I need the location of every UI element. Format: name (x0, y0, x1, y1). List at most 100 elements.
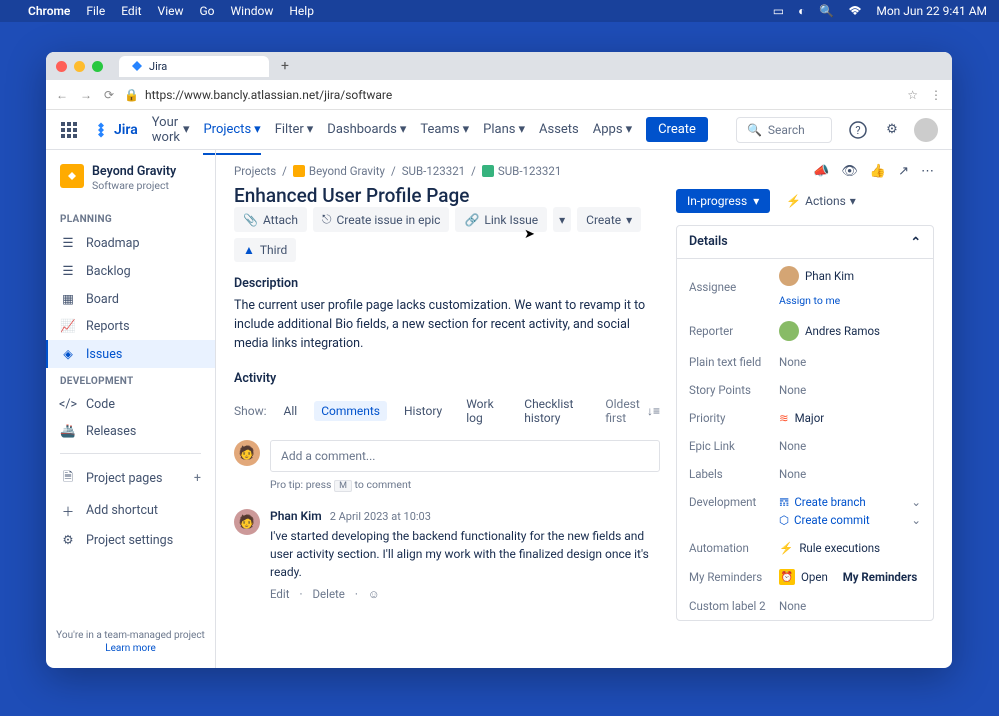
toggle-icon[interactable]: ◐ (798, 4, 805, 18)
comment-react-icon[interactable]: ☺ (368, 587, 380, 601)
browser-menu-icon[interactable]: ⋮ (930, 88, 942, 102)
menu-go[interactable]: Go (200, 4, 215, 18)
nav-plans[interactable]: Plans▾ (483, 115, 525, 145)
sidebar-reports[interactable]: 📈Reports (46, 313, 215, 340)
minimize-window-icon[interactable] (74, 61, 85, 72)
sidebar-backlog[interactable]: ☰Backlog (46, 257, 215, 285)
assign-to-me[interactable]: Assign to me (779, 294, 840, 307)
nav-projects[interactable]: Projects▾ (203, 115, 260, 155)
help-icon[interactable]: ? (846, 118, 870, 142)
create-button[interactable]: Create (646, 117, 708, 142)
bolt-icon: ⚡ (786, 194, 801, 208)
tab-comments[interactable]: Comments (314, 401, 387, 421)
feedback-icon[interactable]: 📣 (813, 164, 829, 179)
link-issue-dropdown[interactable]: ▾ (553, 207, 571, 232)
wifi-icon[interactable] (848, 6, 862, 16)
clock[interactable]: Mon Jun 22 9:41 AM (876, 4, 987, 18)
tab-history[interactable]: History (397, 401, 449, 421)
sidebar-project-pages[interactable]: 🗎Project pages+ (46, 462, 215, 495)
nav-teams[interactable]: Teams▾ (420, 115, 469, 145)
breadcrumb-issue[interactable]: SUB-123321 (482, 164, 561, 178)
link-issue-button[interactable]: 🔗Link Issue (455, 207, 547, 232)
back-button[interactable]: ← (56, 88, 68, 102)
sidebar-project-settings[interactable]: ⚙Project settings (46, 526, 215, 554)
nav-apps[interactable]: Apps▾ (593, 115, 632, 145)
more-icon[interactable]: ⋯ (921, 164, 934, 179)
comment-input[interactable]: Add a comment... (270, 440, 660, 472)
reload-button[interactable]: ⟳ (104, 88, 114, 102)
sidebar-add-shortcut[interactable]: ＋Add shortcut (46, 495, 215, 526)
app-switcher-icon[interactable] (60, 121, 78, 139)
menu-file[interactable]: File (86, 4, 105, 18)
app-name[interactable]: Chrome (28, 4, 70, 18)
comment-delete[interactable]: Delete (313, 587, 345, 601)
breadcrumb: Projects/ Beyond Gravity/ SUB-123321/ SU… (234, 164, 660, 178)
menu-edit[interactable]: Edit (121, 4, 141, 18)
like-icon[interactable]: 👍 (870, 164, 886, 179)
search-input[interactable]: 🔍 Search (736, 117, 832, 143)
nav-assets[interactable]: Assets (539, 115, 579, 145)
settings-icon[interactable]: ⚙ (880, 118, 904, 142)
detail-custom2[interactable]: Custom label 2 None (677, 592, 933, 620)
browser-tab[interactable]: Jira (119, 56, 269, 77)
chevron-down-icon: ⌄ (911, 495, 921, 509)
detail-story[interactable]: Story Points None (677, 376, 933, 404)
menu-help[interactable]: Help (289, 4, 314, 18)
new-tab-button[interactable]: + (281, 58, 289, 74)
search-icon[interactable]: 🔍 (819, 4, 834, 18)
comment-author[interactable]: Phan Kim (270, 509, 322, 523)
nav-filter[interactable]: Filter▾ (275, 115, 314, 145)
sidebar-releases[interactable]: 🚢Releases (46, 418, 215, 445)
tab-checklist[interactable]: Checklist history (517, 394, 595, 428)
status-button[interactable]: In-progress▾ (676, 189, 770, 213)
issue-title[interactable]: Enhanced User Profile Page (234, 184, 660, 207)
detail-automation[interactable]: Automation ⚡Rule executions (677, 534, 933, 562)
detail-labels[interactable]: Labels None (677, 460, 933, 488)
sort-button[interactable]: Oldest first↓≡ (605, 397, 660, 425)
nav-your-work[interactable]: Your work▾ (152, 115, 190, 145)
create-commit[interactable]: ⬡Create commit⌄ (779, 513, 921, 527)
url-field[interactable]: 🔒 https://www.bancly.atlassian.net/jira/… (124, 88, 897, 102)
description-text[interactable]: The current user profile page lacks cust… (234, 297, 660, 353)
sidebar-code[interactable]: </>Code (46, 391, 215, 418)
jira-logo[interactable]: Jira (92, 121, 138, 139)
attach-button[interactable]: 📎Attach (234, 207, 307, 232)
breadcrumb-project[interactable]: Beyond Gravity (293, 164, 385, 178)
bookmark-icon[interactable]: ☆ (907, 88, 918, 102)
project-header[interactable]: Beyond Gravity Software project (46, 164, 215, 206)
third-button[interactable]: ▲Third (234, 238, 296, 262)
menu-view[interactable]: View (158, 4, 184, 18)
window-controls[interactable] (56, 61, 103, 72)
tab-worklog[interactable]: Work log (459, 394, 507, 428)
nav-dashboards[interactable]: Dashboards▾ (327, 115, 406, 145)
share-icon[interactable]: ↗ (898, 164, 909, 179)
details-header[interactable]: Details ⌃ (677, 226, 933, 259)
sidebar-roadmap[interactable]: ☰Roadmap (46, 229, 215, 257)
forward-button[interactable]: → (80, 88, 92, 102)
add-page-icon[interactable]: + (194, 471, 201, 486)
breadcrumb-parent[interactable]: SUB-123321 (402, 164, 465, 178)
sidebar-board[interactable]: ▦Board (46, 285, 215, 313)
comment-edit[interactable]: Edit (270, 587, 289, 601)
detail-reporter[interactable]: Reporter Andres Ramos (677, 314, 933, 348)
battery-icon[interactable]: ▭ (773, 4, 784, 18)
close-window-icon[interactable] (56, 61, 67, 72)
create-epic-button[interactable]: ⎋Create issue in epic (313, 207, 450, 232)
detail-priority[interactable]: Priority ≋Major (677, 404, 933, 432)
breadcrumb-projects[interactable]: Projects (234, 164, 276, 178)
sidebar-learn-more[interactable]: Learn more (56, 643, 205, 654)
create-branch[interactable]: 𝌗Create branch⌄ (779, 495, 921, 509)
detail-epic[interactable]: Epic Link None (677, 432, 933, 460)
detail-reminders[interactable]: My Reminders ⏰Open My Reminders (677, 562, 933, 592)
create-sub-button[interactable]: Create▾ (577, 207, 641, 232)
tab-all[interactable]: All (277, 401, 305, 421)
detail-plain[interactable]: Plain text field None (677, 348, 933, 376)
user-avatar[interactable] (914, 118, 938, 142)
actions-menu[interactable]: ⚡Actions▾ (778, 189, 864, 213)
search-icon: 🔍 (747, 123, 762, 137)
watch-icon[interactable]: 👁 (841, 164, 858, 179)
sidebar-issues[interactable]: ◈Issues (46, 340, 215, 368)
detail-assignee[interactable]: Assignee Phan Kim Assign to me (677, 259, 933, 314)
maximize-window-icon[interactable] (92, 61, 103, 72)
menu-window[interactable]: Window (231, 4, 274, 18)
